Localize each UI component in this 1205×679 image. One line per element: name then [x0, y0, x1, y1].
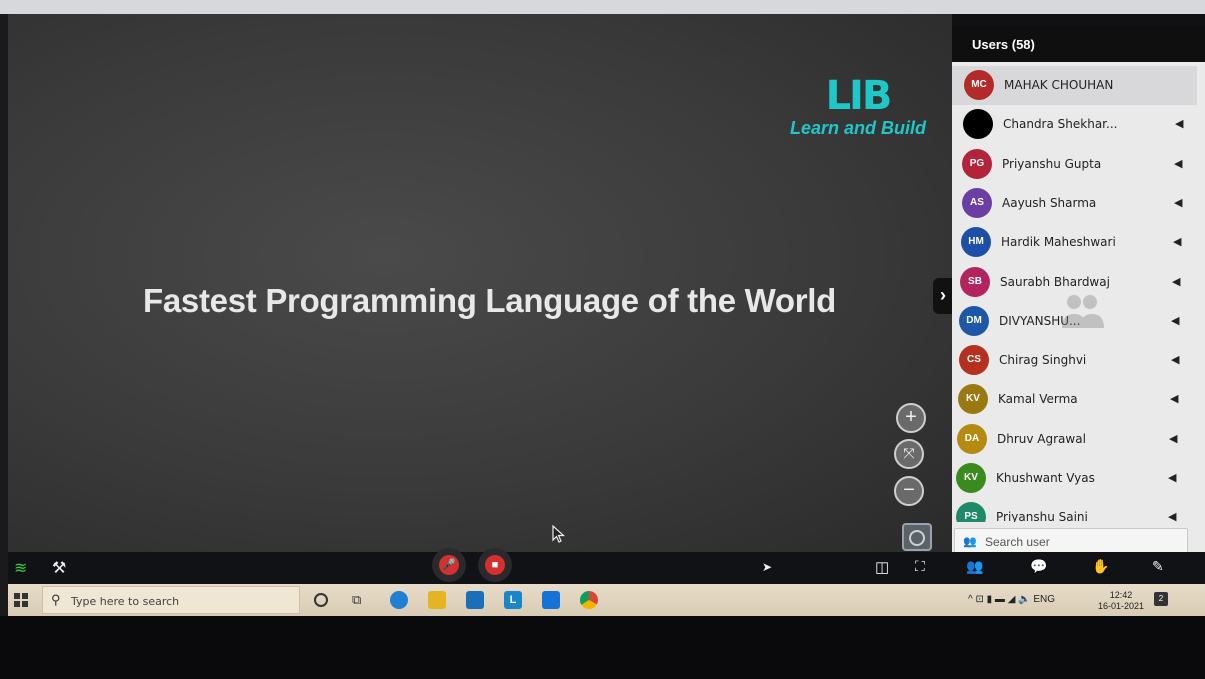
bookmark-icon[interactable]: ◫ [875, 558, 889, 576]
audio-status-icon: ◀ [1173, 236, 1182, 249]
system-tray[interactable]: ^ ⊡ ▮ ▬ ◢ 🔈 ENG [968, 594, 1055, 605]
taskbar-search-box[interactable]: ⚲ Type here to search [42, 586, 300, 614]
edge-browser-icon[interactable] [390, 591, 408, 609]
user-name: Chandra Shekhar... [1003, 117, 1118, 132]
audio-status-icon: ◀ [1171, 354, 1180, 367]
user-list-item[interactable]: Chandra Shekhar... ◀ [952, 105, 1197, 144]
audio-status-icon: ◀ [1170, 393, 1179, 406]
system-clock[interactable]: 12:42 16-01-2021 [1098, 590, 1144, 612]
user-avatar: PS [956, 502, 986, 522]
user-search-placeholder: Search user [985, 535, 1050, 549]
user-list-item[interactable]: HM Hardik Maheshwari ◀ [952, 223, 1197, 262]
user-name: MAHAK CHOUHAN [1004, 78, 1114, 92]
logo-mark: LIB [825, 73, 893, 119]
fullscreen-icon[interactable]: ⛶ [915, 558, 925, 575]
cortana-icon[interactable] [314, 593, 328, 607]
users-panel-toggle[interactable]: › [933, 278, 953, 314]
brand-logo: LIB Learn and Build [778, 74, 938, 138]
zoom-in-button[interactable]: + [896, 403, 926, 433]
clock-date: 16-01-2021 [1098, 601, 1145, 611]
microphone-muted-icon: 🎤 [439, 555, 459, 575]
user-name: Khushwant Vyas [996, 471, 1095, 485]
chat-icon[interactable]: 💬 [1030, 558, 1047, 575]
app-l-icon[interactable]: L [504, 591, 522, 609]
camera-button[interactable]: ■ [478, 548, 512, 582]
user-list-item[interactable]: KV Khushwant Vyas ◀ [952, 459, 1197, 498]
fit-slide-icon[interactable] [902, 523, 932, 551]
notification-center-icon[interactable]: 2 [1154, 592, 1168, 606]
screen: LIB Learn and Build Fastest Programming … [0, 0, 1205, 679]
presentation-slide: LIB Learn and Build Fastest Programming … [8, 14, 952, 552]
user-list-item[interactable]: PG Priyanshu Gupta ◀ [952, 145, 1197, 184]
user-list-item[interactable]: CS Chirag Singhvi ◀ [952, 341, 1197, 380]
audio-status-icon: ◀ [1175, 118, 1184, 131]
users-panel-header: Users (58) [952, 26, 1205, 62]
audio-status-icon: ◀ [1174, 196, 1183, 209]
windows-start-icon[interactable] [14, 593, 28, 607]
search-icon: ⚲ [51, 592, 61, 607]
user-list-item[interactable]: PS Priyanshu Saini ◀ [952, 498, 1197, 522]
user-name: Kamal Verma [998, 392, 1078, 407]
audio-status-icon: ◀ [1171, 314, 1180, 327]
clock-time: 12:42 [1109, 590, 1133, 600]
mouse-pointer-icon [552, 525, 566, 543]
chrome-icon[interactable] [580, 591, 598, 609]
microphone-button[interactable]: 🎤 [432, 548, 466, 582]
user-avatar: AS [962, 187, 992, 218]
camera-off-icon: ■ [485, 555, 505, 575]
fit-to-screen-button[interactable]: ⤧ [894, 439, 924, 469]
watermark-users-icon [1062, 295, 1104, 328]
user-list-item[interactable]: KV Kamal Verma ◀ [952, 380, 1197, 419]
tools-icon[interactable]: ⚒ [52, 558, 66, 578]
meeting-controls-bar: ≋ ⚒ ➤ ◫ ⛶ 👥 💬 ✋ ✎ [8, 552, 1205, 584]
user-name: Priyanshu Saini [996, 510, 1088, 522]
user-avatar: CS [959, 345, 989, 376]
notes-icon[interactable]: ✎ [1152, 558, 1164, 575]
user-avatar: DM [959, 305, 989, 336]
user-name: Priyanshu Gupta [1002, 156, 1102, 171]
user-name: Chirag Singhvi [999, 353, 1087, 368]
user-name: Hardik Maheshwari [1001, 235, 1116, 250]
raise-hand-icon[interactable]: ✋ [1092, 558, 1109, 575]
user-name: Dhruv Agrawal [997, 431, 1086, 446]
zoom-out-button[interactable]: − [894, 476, 924, 506]
user-avatar: HM [961, 227, 991, 258]
left-edge [0, 14, 8, 616]
user-avatar: KV [958, 384, 988, 415]
mouse-pointer-icon: ➤ [762, 560, 773, 574]
audio-status-icon: ◀ [1168, 511, 1177, 522]
participants-icon[interactable]: 👥 [966, 558, 983, 575]
active-app-icon[interactable] [542, 591, 560, 609]
taskbar-search-placeholder: Type here to search [71, 595, 180, 608]
windows-taskbar: ⚲ Type here to search ⧉ L ^ ⊡ ▮ ▬ ◢ 🔈 EN… [8, 584, 1205, 616]
top-strip [0, 0, 1205, 14]
slide-title: Fastest Programming Language of the Worl… [143, 282, 836, 319]
user-avatar: DA [957, 423, 987, 454]
user-list-item[interactable]: AS Aayush Sharma ◀ [952, 184, 1197, 223]
mail-icon[interactable] [466, 591, 484, 609]
audio-status-icon: ◀ [1172, 275, 1181, 288]
user-avatar [963, 109, 993, 140]
monitor-bezel [0, 616, 1205, 679]
user-list-item[interactable]: MC MAHAK CHOUHAN [952, 66, 1197, 105]
wifi-icon: ≋ [14, 560, 28, 577]
audio-status-icon: ◀ [1169, 432, 1178, 445]
user-avatar: MC [964, 70, 994, 100]
audio-status-icon: ◀ [1174, 157, 1183, 170]
file-explorer-icon[interactable] [428, 591, 446, 609]
user-avatar: SB [960, 266, 990, 297]
people-icon: 👥 [963, 536, 977, 548]
user-avatar: PG [962, 148, 992, 179]
audio-status-icon: ◀ [1168, 472, 1177, 484]
user-name: Saurabh Bhardwaj [1000, 274, 1110, 289]
task-view-icon[interactable]: ⧉ [352, 591, 370, 609]
user-name: Aayush Sharma [1002, 195, 1097, 210]
user-avatar: KV [956, 463, 986, 493]
user-list-item[interactable]: DA Dhruv Agrawal ◀ [952, 420, 1197, 459]
logo-tagline: Learn and Build [789, 118, 926, 138]
